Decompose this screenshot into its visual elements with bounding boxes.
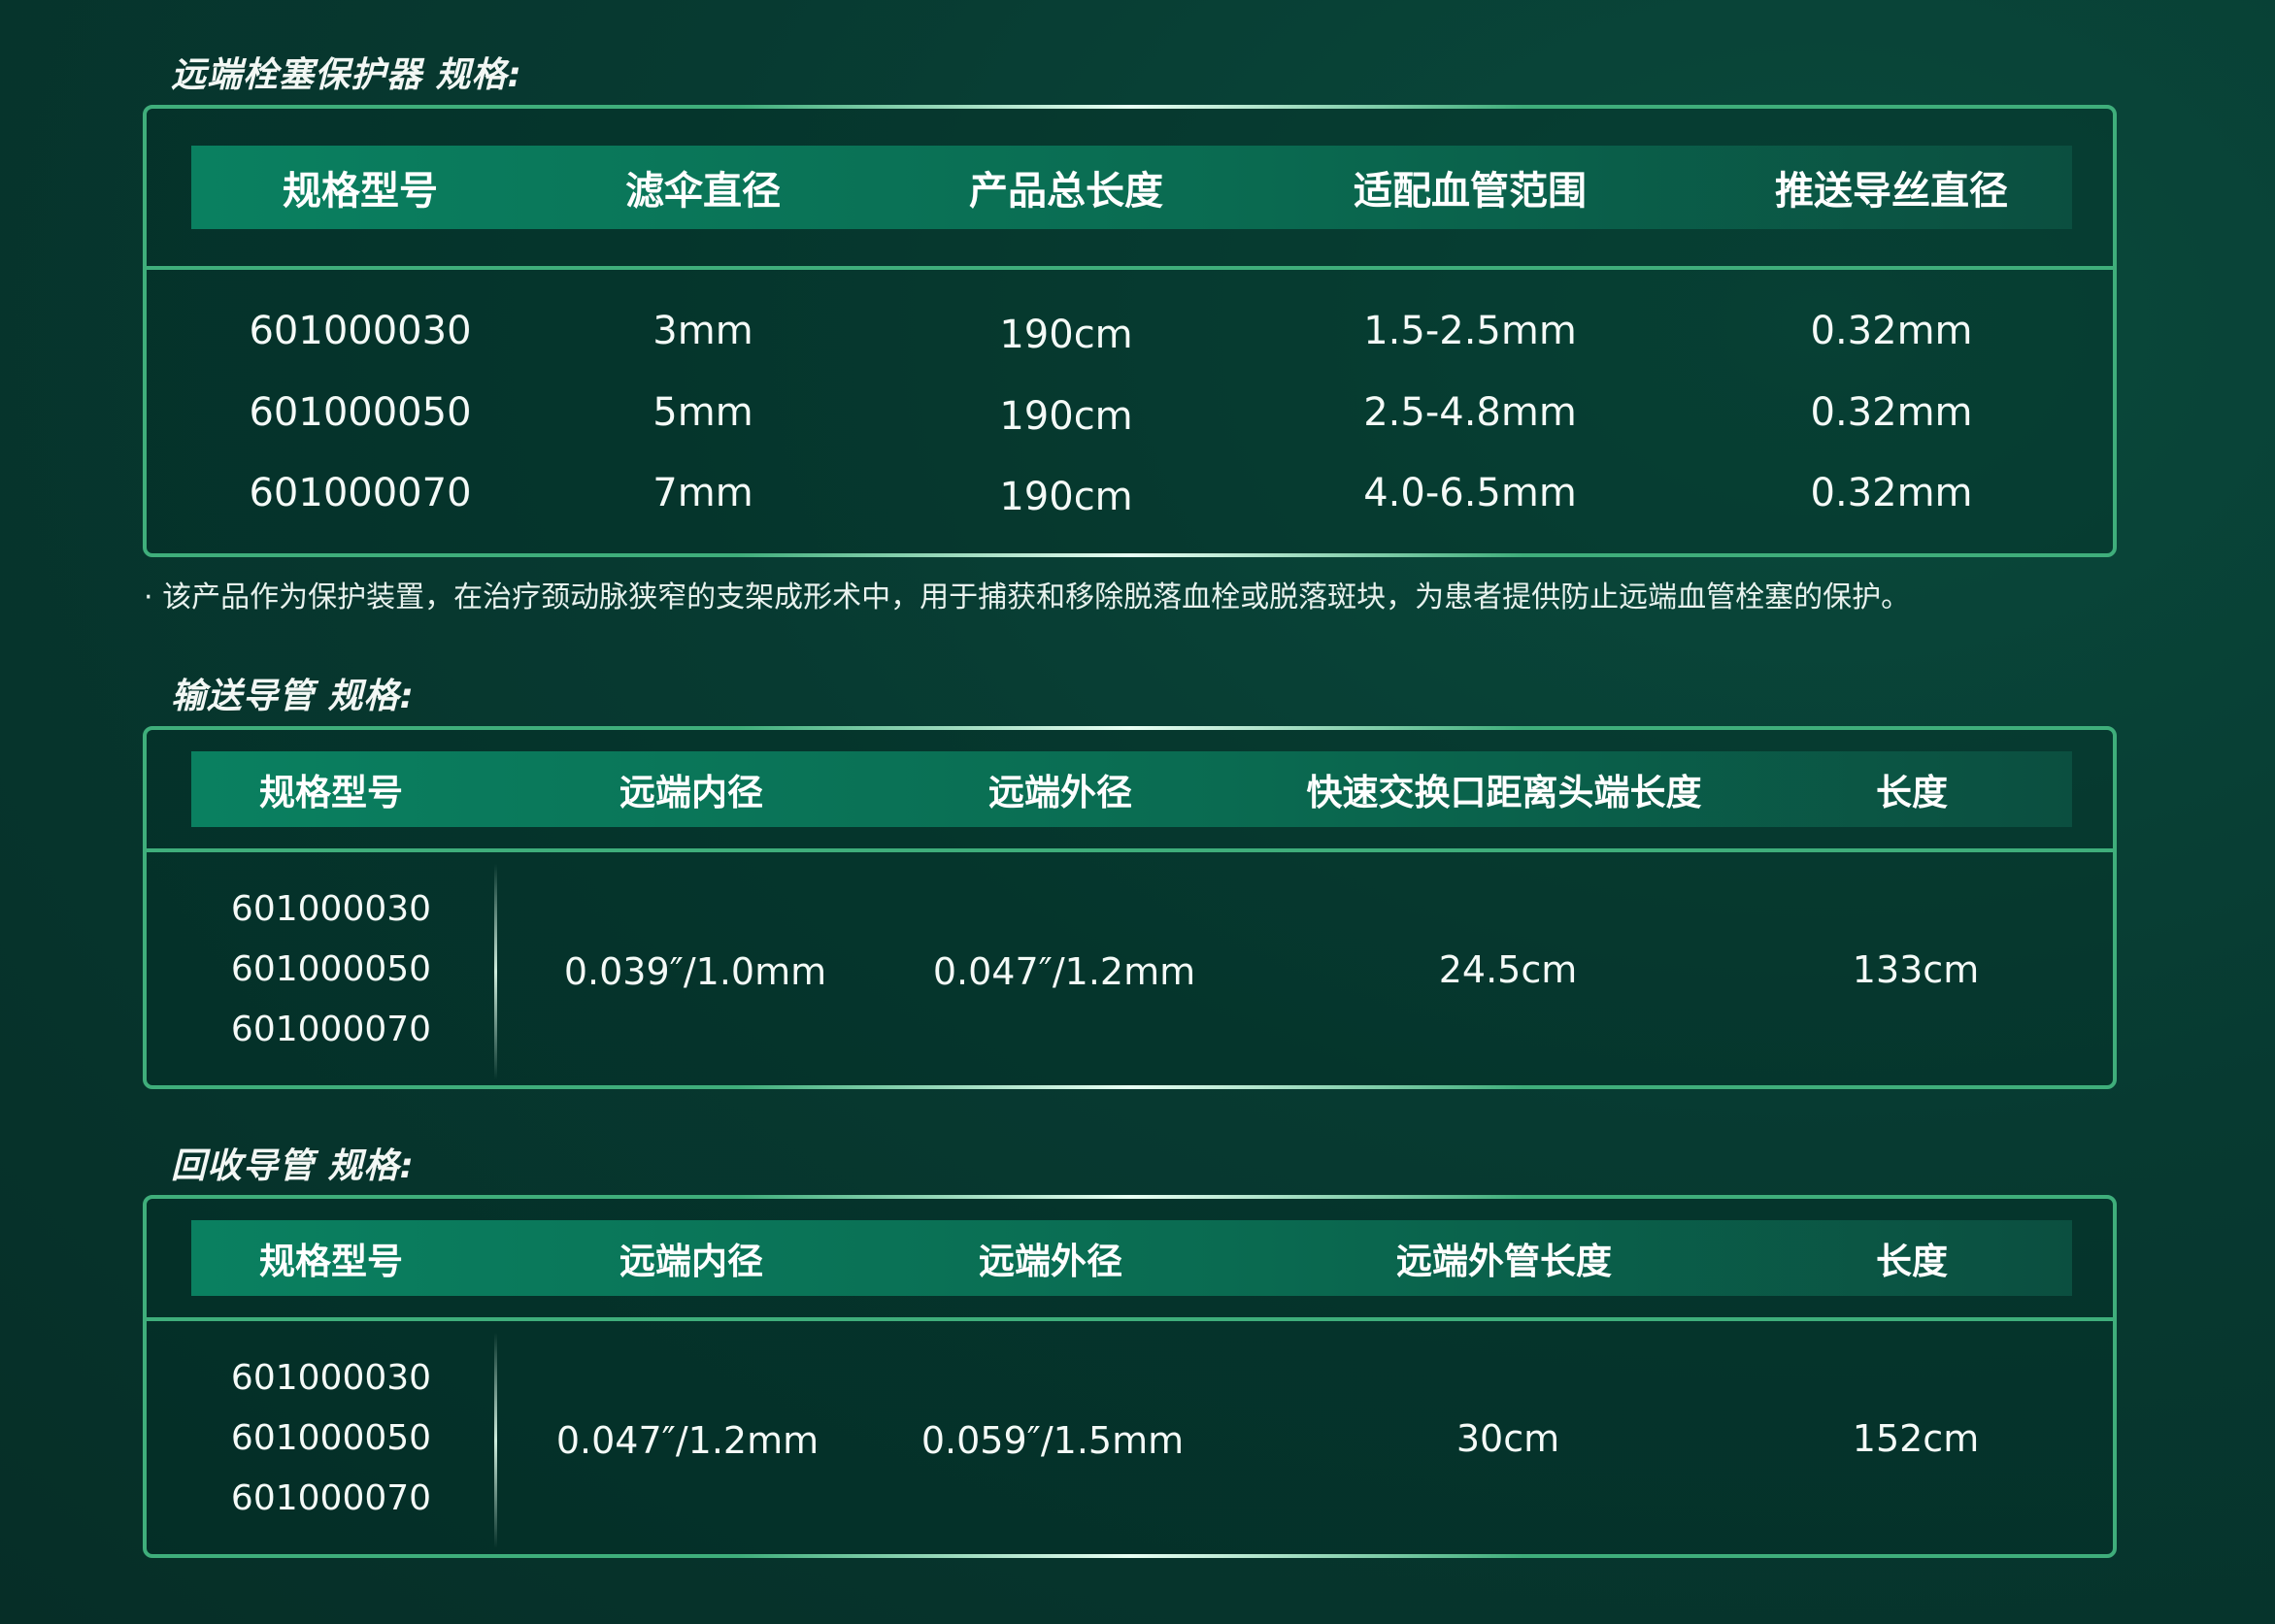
column-divider	[494, 864, 497, 1079]
retrieval-catheter-spec-table: 规格型号 远端内径 远端外径 远端外管长度 长度 601000030 60100…	[143, 1195, 2117, 1558]
header-vessel-range: 适配血管范围	[1354, 169, 1587, 214]
header-guidewire-diameter: 推送导丝直径	[1775, 169, 2008, 214]
header-total-length: 产品总长度	[969, 169, 1163, 214]
table-cell-guidewire: 0.32mm	[1810, 309, 1973, 353]
header-outer-tube-length: 远端外管长度	[1396, 1241, 1612, 1282]
product-note: · 该产品作为保护装置，在治疗颈动脉狭窄的支架成形术中，用于捕获和移除脱落血栓或…	[144, 580, 1911, 614]
length-value: 133cm	[1852, 948, 1980, 991]
header-inner-diameter: 远端内径	[619, 772, 763, 813]
header-outer-diameter: 远端外径	[988, 772, 1132, 813]
table-cell-model: 601000030	[249, 309, 472, 353]
header-length: 长度	[1876, 1241, 1948, 1282]
model-number: 601000050	[230, 949, 432, 989]
header-inner-diameter: 远端内径	[619, 1241, 763, 1282]
table-cell-model: 601000070	[249, 471, 472, 515]
table-cell-filter: 7mm	[652, 471, 753, 515]
table-cell-range: 4.0-6.5mm	[1363, 471, 1577, 515]
model-number: 601000050	[230, 1418, 432, 1458]
table-cell-range: 1.5-2.5mm	[1363, 309, 1577, 353]
header-outer-diameter: 远端外径	[979, 1241, 1122, 1282]
outer-diameter-value: 0.047″/1.2mm	[932, 950, 1196, 993]
section-title-delivery-catheter: 输送导管 规格:	[171, 677, 415, 716]
table-cell-guidewire: 0.32mm	[1810, 471, 1973, 515]
delivery-catheter-spec-table: 规格型号 远端内径 远端外径 快速交换口距离头端长度 长度 601000030 …	[143, 726, 2117, 1089]
inner-diameter-value: 0.039″/1.0mm	[563, 950, 827, 993]
outer-tube-length-value: 30cm	[1455, 1417, 1560, 1460]
table-header: 规格型号 远端内径 远端外径 远端外管长度 长度	[191, 1220, 2072, 1296]
table-cell-length: 190cm	[999, 475, 1133, 519]
header-rx-port-length: 快速交换口距离头端长度	[1306, 772, 1702, 813]
table-header: 规格型号 滤伞直径 产品总长度 适配血管范围 推送导丝直径	[191, 146, 2072, 229]
protector-spec-table: 规格型号 滤伞直径 产品总长度 适配血管范围 推送导丝直径 601000030 …	[143, 105, 2117, 557]
rx-port-length-value: 24.5cm	[1438, 948, 1578, 991]
header-length: 长度	[1876, 772, 1948, 813]
header-separator	[147, 848, 2113, 852]
header-model: 规格型号	[259, 772, 403, 813]
section-title-retrieval-catheter: 回收导管 规格:	[171, 1146, 415, 1186]
table-cell-filter: 5mm	[652, 390, 753, 435]
length-value: 152cm	[1852, 1417, 1980, 1460]
section-title-protector: 远端栓塞保护器 规格:	[171, 55, 522, 95]
table-cell-length: 190cm	[999, 394, 1133, 439]
table-cell-range: 2.5-4.8mm	[1363, 390, 1577, 435]
model-number: 601000070	[230, 1010, 432, 1049]
header-model: 规格型号	[283, 169, 438, 214]
model-number: 601000070	[230, 1478, 432, 1518]
outer-diameter-value: 0.059″/1.5mm	[920, 1419, 1185, 1462]
header-separator	[147, 1317, 2113, 1321]
inner-diameter-value: 0.047″/1.2mm	[555, 1419, 820, 1462]
model-number: 601000030	[230, 889, 432, 929]
table-cell-length: 190cm	[999, 313, 1133, 357]
table-header: 规格型号 远端内径 远端外径 快速交换口距离头端长度 长度	[191, 751, 2072, 827]
model-number: 601000030	[230, 1358, 432, 1398]
header-separator	[147, 266, 2113, 270]
table-cell-guidewire: 0.32mm	[1810, 390, 1973, 435]
table-cell-filter: 3mm	[652, 309, 753, 353]
column-divider	[494, 1333, 497, 1548]
header-filter-diameter: 滤伞直径	[625, 169, 781, 214]
header-model: 规格型号	[259, 1241, 403, 1282]
table-cell-model: 601000050	[249, 390, 472, 435]
